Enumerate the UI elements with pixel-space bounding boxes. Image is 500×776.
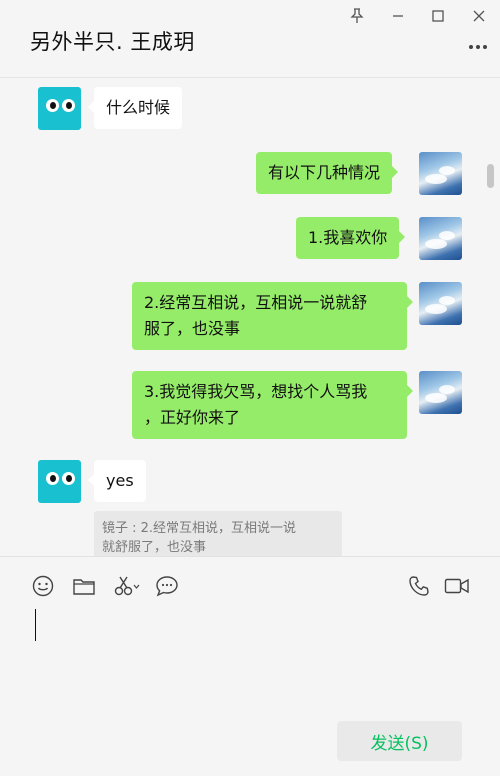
my-avatar[interactable] <box>419 282 462 325</box>
title-bar: 另外半只. 王成玥 <box>0 0 500 78</box>
pin-icon[interactable] <box>342 4 372 28</box>
message-bubble[interactable]: 有以下几种情况 <box>256 152 399 194</box>
emoji-icon[interactable] <box>30 573 56 599</box>
video-icon[interactable] <box>442 573 472 599</box>
my-avatar[interactable] <box>419 217 462 260</box>
message-line: ，正好你来了 <box>144 408 241 427</box>
quote-line: 就舒服了，也没事 <box>102 540 207 555</box>
my-avatar[interactable] <box>419 152 462 195</box>
message-bubble[interactable]: 什么时候 <box>87 87 183 129</box>
message-line: 3.我觉得我欠骂，想找个人骂我 <box>144 382 368 401</box>
chat-title: 另外半只. 王成玥 <box>30 30 195 54</box>
text-cursor <box>35 609 36 641</box>
message-bubble[interactable]: yes <box>88 460 146 502</box>
folder-icon[interactable] <box>71 573 97 599</box>
chat-history-icon[interactable] <box>154 573 180 599</box>
more-icon[interactable] <box>466 40 490 54</box>
minimize-icon[interactable] <box>383 4 413 28</box>
message-bubble[interactable]: 1.我喜欢你 <box>296 217 406 259</box>
message-bubble[interactable]: 2.经常互相说，互相说一说就舒 服了，也没事 <box>132 282 413 350</box>
send-button[interactable]: 发送(S) <box>337 721 462 761</box>
maximize-icon[interactable] <box>423 4 453 28</box>
input-area[interactable]: 发送(S) <box>0 556 500 776</box>
quoted-message[interactable]: 镜子 : 2.经常互相说，互相说一说 就舒服了，也没事 <box>94 511 342 556</box>
message-line: 2.经常互相说，互相说一说就舒 <box>144 293 368 312</box>
quote-line: 镜子 : 2.经常互相说，互相说一说 <box>102 521 297 536</box>
message-list[interactable]: 什么时候 有以下几种情况 1.我喜欢你 2.经常互相说，互相说一说就舒 服了，也… <box>0 79 500 556</box>
close-icon[interactable] <box>464 4 494 28</box>
message-bubble[interactable]: 3.我觉得我欠骂，想找个人骂我 ，正好你来了 <box>132 371 413 439</box>
my-avatar[interactable] <box>419 371 462 414</box>
phone-icon[interactable] <box>406 573 432 599</box>
contact-avatar[interactable] <box>38 460 81 503</box>
scissors-icon[interactable] <box>112 573 142 599</box>
scrollbar-thumb[interactable] <box>487 164 494 188</box>
contact-avatar[interactable] <box>38 87 81 130</box>
message-line: 服了，也没事 <box>144 319 241 338</box>
